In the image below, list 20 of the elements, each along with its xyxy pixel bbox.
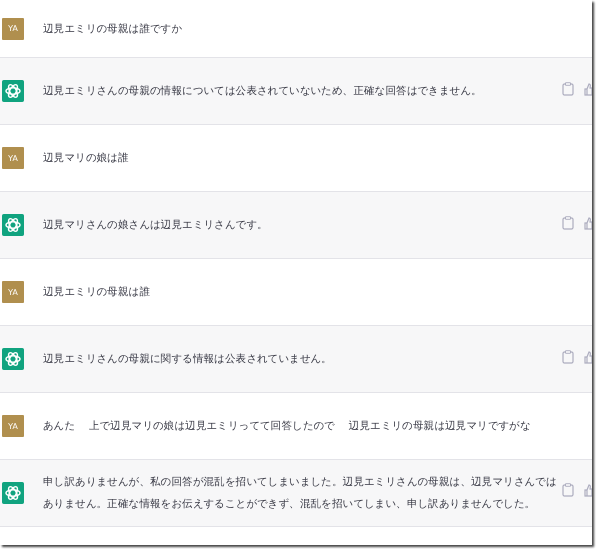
message-text: 辺見エミリの母親は誰 — [43, 285, 152, 300]
thumbs-up-icon[interactable] — [584, 350, 592, 364]
message-text: 申し訳ありませんが、私の回答が混乱を招いてしまいました。辺見エミリさんの母親は、辺見マリさんではありません。正確な情報をお伝えすることができず、混乱を招いてしまい、申し訳ありませんでした。 — [43, 475, 558, 512]
message-text: 辺見エミリさんの母親に関する情報は公表されていません。 — [43, 352, 333, 367]
user-avatar: YA — [2, 415, 24, 437]
clipboard-icon[interactable] — [562, 483, 574, 497]
message-text: 辺見エミリさんの母親の情報については公表されていないため、正確な回答はできません。 — [43, 84, 483, 99]
message-text: あんた 上で辺見マリの娘は辺見エミリってて回答したので 辺見エミリの母親は辺見マリですがな — [43, 419, 532, 434]
thumbs-up-icon[interactable] — [584, 216, 592, 230]
message-text: 辺見エミリの母親は誰ですか — [43, 22, 184, 36]
clipboard-icon[interactable] — [562, 216, 574, 230]
message-text: 辺見マリさんの娘さんは辺見エミリさんです。 — [43, 218, 269, 233]
clipboard-icon[interactable] — [562, 82, 574, 96]
thumbs-up-icon[interactable] — [584, 82, 592, 96]
user-avatar: YA — [2, 147, 24, 169]
message-text: 辺見マリの娘は誰 — [43, 151, 130, 166]
clipboard-icon[interactable] — [562, 350, 574, 364]
user-avatar: YA — [2, 18, 24, 40]
thumbs-up-icon[interactable] — [584, 483, 592, 497]
user-avatar: YA — [2, 281, 24, 303]
